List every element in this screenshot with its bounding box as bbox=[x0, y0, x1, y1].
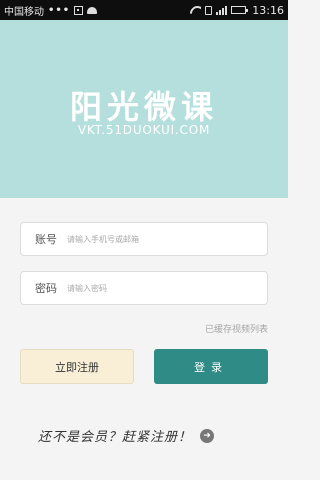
more-dots-icon: ••• bbox=[48, 4, 71, 16]
promo-text: 还不是会员？赶紧注册！ bbox=[38, 430, 193, 445]
register-promo[interactable]: 还不是会员？赶紧注册！ ➜ bbox=[38, 426, 215, 445]
clock: 13:16 bbox=[252, 3, 284, 17]
cached-videos-link[interactable]: 已缓存视频列表 bbox=[205, 322, 268, 335]
login-button[interactable]: 登录 bbox=[154, 349, 268, 384]
app-logo-title: 阳光微课 bbox=[69, 88, 218, 126]
account-field[interactable]: 账号 bbox=[20, 222, 268, 256]
wifi-icon bbox=[190, 6, 201, 15]
password-field[interactable]: 密码 bbox=[20, 271, 268, 305]
sim-card-icon bbox=[205, 5, 213, 15]
account-label: 账号 bbox=[35, 233, 57, 246]
qr-code-icon bbox=[74, 5, 84, 15]
status-bar: 中国移动 ••• 13:16 bbox=[0, 0, 288, 20]
password-input[interactable] bbox=[67, 283, 267, 293]
account-input[interactable] bbox=[67, 234, 267, 244]
arrow-right-icon[interactable]: ➜ bbox=[200, 428, 215, 443]
header-banner: 阳光微课 VKT.51DUOKUI.COM bbox=[0, 20, 288, 198]
register-button[interactable]: 立即注册 bbox=[20, 349, 134, 384]
android-icon bbox=[87, 6, 98, 14]
battery-icon bbox=[231, 6, 249, 14]
password-label: 密码 bbox=[35, 282, 57, 295]
carrier-name: 中国移动 bbox=[4, 6, 44, 18]
signal-icon bbox=[216, 5, 228, 15]
app-logo-url: VKT.51DUOKUI.COM bbox=[77, 123, 211, 137]
